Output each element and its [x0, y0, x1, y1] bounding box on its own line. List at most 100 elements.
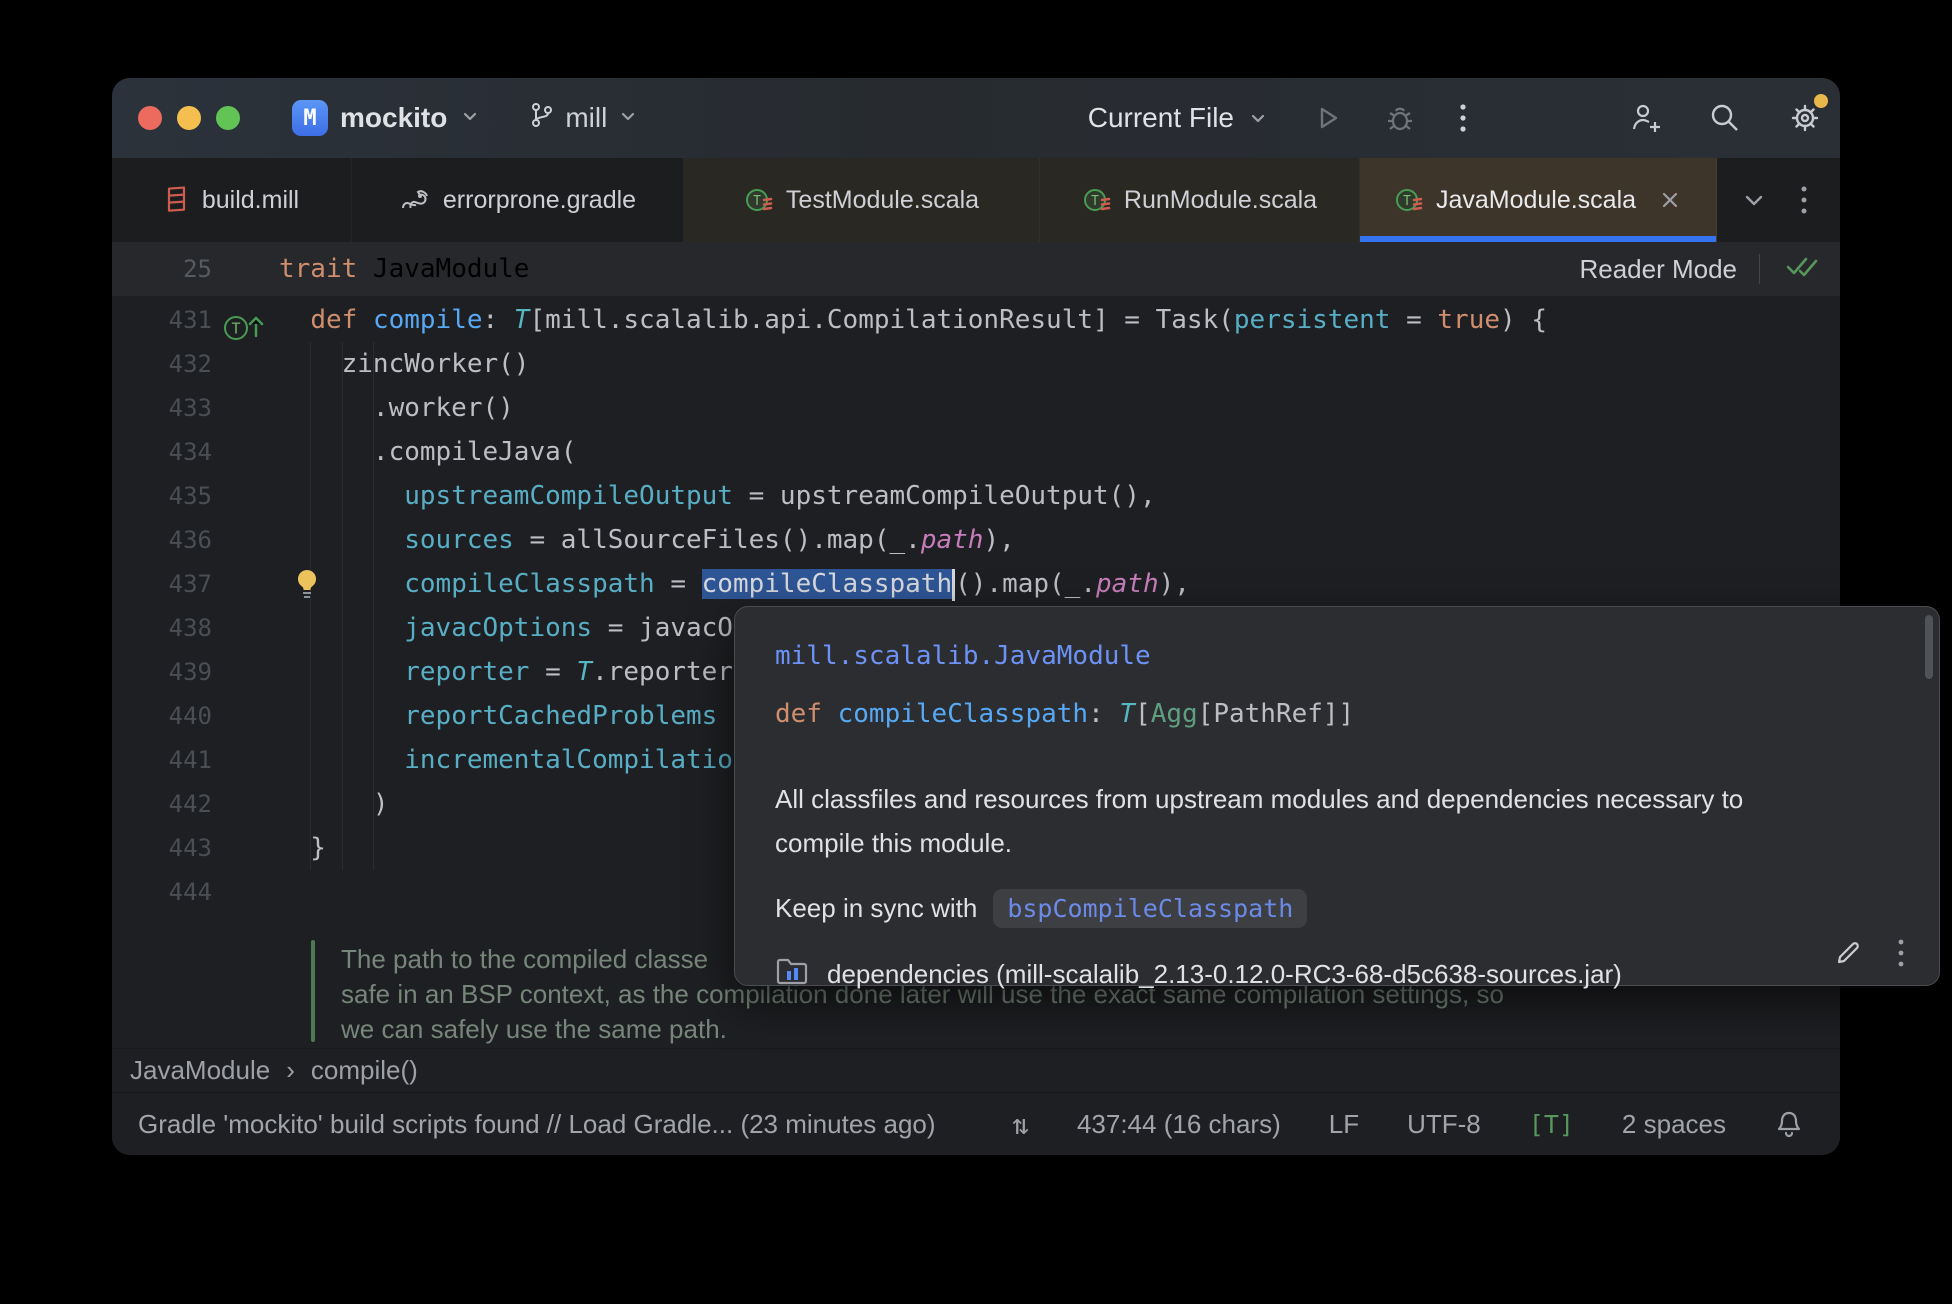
tab-options-kebab-button[interactable]: [1799, 183, 1809, 217]
line-number[interactable]: 435: [112, 482, 212, 510]
gutter[interactable]: 431 T: [112, 306, 270, 340]
reader-mode-label[interactable]: Reader Mode: [1579, 254, 1737, 285]
settings-gear-button[interactable]: [1786, 94, 1828, 137]
traffic-lights: [138, 106, 240, 130]
line-number[interactable]: 436: [112, 526, 212, 554]
gutter[interactable]: 432: [112, 350, 270, 378]
intention-bulb-icon[interactable]: [293, 568, 321, 605]
code-token: javacOptions: [404, 613, 593, 643]
gutter[interactable]: 444: [112, 878, 270, 906]
gutter[interactable]: 433: [112, 394, 270, 422]
editor-tab-bar: build.mill errorprone.gradle T TestModule.s…: [112, 158, 1840, 242]
code-line-436[interactable]: 436 sources = allSourceFiles().map(_.pat…: [112, 518, 1840, 562]
gutter[interactable]: 436: [112, 526, 270, 554]
status-message[interactable]: Gradle 'mockito' build scripts found // …: [138, 1109, 936, 1140]
line-number[interactable]: 438: [112, 614, 212, 642]
debug-button[interactable]: [1384, 102, 1416, 134]
svg-text:T: T: [1091, 194, 1099, 209]
minimize-window-button[interactable]: [177, 106, 201, 130]
line-number[interactable]: 444: [112, 878, 212, 906]
more-actions-button[interactable]: [1458, 100, 1468, 136]
run-configuration-selector[interactable]: Current File: [1088, 102, 1270, 134]
tab-errorprone.gradle[interactable]: errorprone.gradle: [352, 158, 684, 242]
analysis-ok-check-icon[interactable]: [1782, 250, 1820, 289]
zoom-window-button[interactable]: [216, 106, 240, 130]
tab-label: TestModule.scala: [785, 185, 980, 214]
caret-position-widget[interactable]: 437:44 (16 chars): [1077, 1109, 1281, 1140]
tab-build.mill[interactable]: build.mill: [112, 158, 352, 242]
gutter[interactable]: 439: [112, 658, 270, 686]
project-widget[interactable]: M mockito: [292, 100, 481, 136]
breadcrumb-item[interactable]: compile(): [311, 1055, 418, 1086]
gutter[interactable]: 437: [112, 570, 270, 598]
code-token: T: [1119, 699, 1136, 729]
tab-close-icon[interactable]: [1658, 188, 1682, 212]
tab-JavaModule.scala[interactable]: T JavaModule.scala: [1360, 158, 1717, 242]
gutter[interactable]: 442: [112, 790, 270, 818]
sync-arrows-icon[interactable]: ⇅: [1012, 1108, 1029, 1141]
tab-TestModule.scala[interactable]: T TestModule.scala: [684, 158, 1040, 242]
gutter[interactable]: 440: [112, 702, 270, 730]
code-token: compileClasspath: [404, 569, 655, 599]
line-ending-widget[interactable]: LF: [1329, 1109, 1359, 1140]
code-token: upstreamCompileOutput: [404, 481, 733, 511]
code-text[interactable]: upstreamCompileOutput = upstreamCompileO…: [270, 474, 1840, 518]
line-number[interactable]: 437: [112, 570, 212, 598]
code-text[interactable]: def compile: T[mill.scalalib.api.Compila…: [270, 298, 1840, 342]
sticky-declaration-line[interactable]: 25 trait JavaModule Reader Mode: [112, 242, 1840, 297]
separator: [1759, 254, 1760, 284]
line-number[interactable]: 432: [112, 350, 212, 378]
code-token: incrementalCompilatio: [404, 745, 733, 775]
svg-text:T: T: [231, 320, 240, 338]
code-text[interactable]: sources = allSourceFiles().map(_.path),: [270, 518, 1840, 562]
line-number[interactable]: 440: [112, 702, 212, 730]
indent-widget[interactable]: 2 spaces: [1622, 1109, 1726, 1140]
code-text[interactable]: compileClasspath = compileClasspath ().ma…: [270, 562, 1840, 606]
popup-kebab-icon[interactable]: [1897, 937, 1905, 969]
gutter[interactable]: 434: [112, 438, 270, 466]
tab-RunModule.scala[interactable]: T RunModule.scala: [1040, 158, 1360, 242]
code-token: ) {: [1500, 305, 1547, 335]
edit-pencil-icon[interactable]: [1833, 938, 1863, 968]
code-line-437[interactable]: 437 compileClasspath = compileClasspath(…: [112, 562, 1840, 606]
tab-list-chevron-button[interactable]: [1739, 185, 1769, 215]
line-number[interactable]: 431: [112, 306, 212, 334]
code-token: JavaModule: [372, 254, 530, 284]
code-with-me-add-user-button[interactable]: [1628, 100, 1664, 136]
line-number[interactable]: 443: [112, 834, 212, 862]
line-number[interactable]: 433: [112, 394, 212, 422]
code-text[interactable]: .worker(): [270, 386, 1840, 430]
project-icon: M: [292, 100, 328, 136]
code-line-432[interactable]: 432 zincWorker(): [112, 342, 1840, 386]
line-number[interactable]: 441: [112, 746, 212, 774]
doc-sync-code-chip[interactable]: bspCompileClasspath: [993, 889, 1308, 928]
run-button[interactable]: [1312, 103, 1342, 133]
notifications-bell-icon[interactable]: [1774, 1109, 1804, 1139]
line-number[interactable]: 439: [112, 658, 212, 686]
vcs-branch-widget[interactable]: mill: [527, 101, 639, 136]
code-line-431[interactable]: 431 T def compile: T[mill.scalalib.api.Co…: [112, 298, 1840, 342]
gutter[interactable]: 435: [112, 482, 270, 510]
doc-qualifier-link[interactable]: mill.scalalib.JavaModule: [775, 641, 1151, 671]
gradle-icon: [399, 186, 431, 214]
gutter[interactable]: 443: [112, 834, 270, 862]
doc-source-jar-label[interactable]: dependencies (mill-scalalib_2.13-0.12.0-…: [827, 959, 1622, 990]
code-text[interactable]: .compileJava(: [270, 430, 1840, 474]
code-line-434[interactable]: 434 .compileJava(: [112, 430, 1840, 474]
breadcrumb-item[interactable]: JavaModule: [130, 1055, 270, 1086]
search-everywhere-button[interactable]: [1708, 101, 1742, 135]
code-text[interactable]: zincWorker(): [270, 342, 1840, 386]
gutter[interactable]: 438: [112, 614, 270, 642]
code-line-435[interactable]: 435 upstreamCompileOutput = upstreamComp…: [112, 474, 1840, 518]
gutter[interactable]: 441: [112, 746, 270, 774]
close-window-button[interactable]: [138, 106, 162, 130]
code-token: =: [1390, 305, 1438, 335]
line-number[interactable]: 442: [112, 790, 212, 818]
code-token: T: [513, 305, 530, 335]
code-token: reporter: [404, 657, 530, 687]
encoding-widget[interactable]: UTF-8: [1407, 1109, 1481, 1140]
popup-scrollbar-thumb[interactable]: [1925, 615, 1933, 679]
scalafmt-badge[interactable]: [T]: [1529, 1110, 1574, 1139]
line-number[interactable]: 434: [112, 438, 212, 466]
code-line-433[interactable]: 433 .worker(): [112, 386, 1840, 430]
